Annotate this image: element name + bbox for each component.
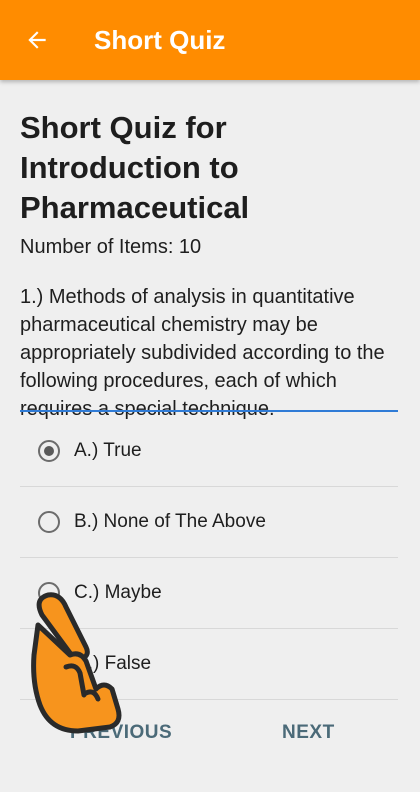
navigation-bar: PREVIOUS NEXT [0,712,420,760]
radio-button[interactable] [38,653,60,675]
app-bar: Short Quiz [0,0,420,80]
radio-button[interactable] [38,582,60,604]
question-text: 1.) Methods of analysis in quantitative … [20,286,385,420]
answer-options: A.) True B.) None of The Above C.) Maybe… [20,416,398,700]
next-button[interactable]: NEXT [282,722,335,744]
option-d[interactable]: D.) False [20,629,398,700]
option-c[interactable]: C.) Maybe [20,558,398,629]
option-b[interactable]: B.) None of The Above [20,487,398,558]
items-count: Number of Items: 10 [20,236,202,258]
radio-button[interactable] [38,511,60,533]
option-label: D.) False [74,653,152,674]
back-button[interactable] [0,0,74,80]
radio-button-selected[interactable] [38,440,60,462]
option-a[interactable]: A.) True [20,416,398,487]
option-label: B.) None of The Above [74,511,266,532]
app-bar-title: Short Quiz [94,24,226,55]
option-label: C.) Maybe [74,582,162,603]
quiz-title: Short Quiz for Introduction to Pharmaceu… [20,110,250,225]
arrow-left-icon [28,31,46,49]
previous-button[interactable]: PREVIOUS [70,722,172,744]
question-divider [20,410,398,412]
quiz-content: Short Quiz for Introduction to Pharmaceu… [20,108,400,423]
option-label: A.) True [74,440,142,461]
